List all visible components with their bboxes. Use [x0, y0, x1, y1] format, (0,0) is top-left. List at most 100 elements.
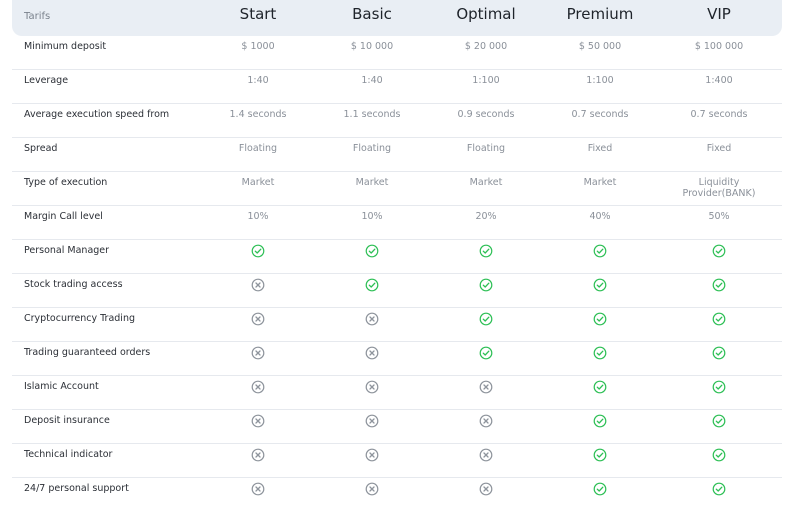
row-value: $ 20 000: [464, 41, 508, 52]
x-circle-icon: [251, 414, 265, 428]
table-row: Islamic Account: [12, 376, 782, 410]
row-label: Personal Manager: [24, 245, 110, 256]
feature-included: [662, 244, 776, 258]
feature-excluded: [201, 482, 315, 496]
table-row: Average execution speed from 1.4 seconds 1…: [12, 104, 782, 138]
table-body: Minimum deposit $ 1000 $ 10 000 $ 20 000 $ 5…: [12, 36, 782, 512]
feature-included: [429, 312, 543, 326]
feature-excluded: [201, 312, 315, 326]
check-circle-icon: [712, 414, 726, 428]
check-circle-icon: [593, 278, 607, 292]
plan-header-optimal: Optimal: [456, 5, 516, 23]
feature-excluded: [201, 380, 315, 394]
feature-excluded: [315, 346, 429, 360]
check-circle-icon: [712, 312, 726, 326]
row-label: Minimum deposit: [24, 41, 107, 52]
feature-included: [662, 346, 776, 360]
x-circle-icon: [479, 380, 493, 394]
table-row: Leverage 1:40 1:40 1:100 1:100 1:400: [12, 70, 782, 104]
x-circle-icon: [365, 346, 379, 360]
row-value: $ 100 000: [694, 41, 744, 52]
row-value: $ 10 000: [350, 41, 394, 52]
feature-included: [543, 278, 657, 292]
row-value: 40%: [589, 211, 611, 222]
feature-excluded: [201, 346, 315, 360]
feature-excluded: [315, 312, 429, 326]
check-circle-icon: [479, 278, 493, 292]
row-value: 50%: [708, 211, 730, 222]
check-circle-icon: [712, 346, 726, 360]
feature-excluded: [429, 380, 543, 394]
row-label: Average execution speed from: [24, 109, 170, 120]
feature-included: [201, 244, 315, 258]
check-circle-icon: [712, 380, 726, 394]
row-value: $ 50 000: [578, 41, 622, 52]
table-row: Stock trading access: [12, 274, 782, 308]
check-circle-icon: [479, 346, 493, 360]
row-value: 1:100: [586, 75, 614, 86]
table-row: Type of execution Market Market Market Marke…: [12, 172, 782, 206]
plan-header-vip: VIP: [707, 5, 731, 23]
check-circle-icon: [712, 244, 726, 258]
table-row: Technical indicator: [12, 444, 782, 478]
row-label: Islamic Account: [24, 381, 99, 392]
x-circle-icon: [479, 448, 493, 462]
check-circle-icon: [479, 244, 493, 258]
feature-excluded: [429, 482, 543, 496]
row-value: 10%: [361, 211, 383, 222]
row-value: 1.4 seconds: [229, 109, 287, 120]
row-value: Market: [469, 177, 503, 188]
row-label: Cryptocurrency Trading: [24, 313, 135, 324]
feature-included: [543, 448, 657, 462]
plan-header-start: Start: [239, 5, 277, 23]
x-circle-icon: [251, 482, 265, 496]
check-circle-icon: [712, 448, 726, 462]
feature-included: [315, 278, 429, 292]
check-circle-icon: [712, 482, 726, 496]
check-circle-icon: [593, 380, 607, 394]
feature-included: [662, 380, 776, 394]
row-value: $ 1000: [241, 41, 275, 52]
row-value: 1:40: [361, 75, 383, 86]
check-circle-icon: [365, 278, 379, 292]
feature-excluded: [429, 448, 543, 462]
check-circle-icon: [712, 278, 726, 292]
feature-excluded: [315, 414, 429, 428]
row-label: 24/7 personal support: [24, 483, 129, 494]
row-value: 1:400: [705, 75, 733, 86]
row-label: Leverage: [24, 75, 69, 86]
table-row: Margin Call level 10% 10% 20% 40% 50%: [12, 206, 782, 240]
row-value: Market: [241, 177, 275, 188]
x-circle-icon: [251, 346, 265, 360]
tariff-comparison-table: Tarifs Start Basic Optimal Premium VIP M…: [12, 0, 782, 512]
row-value: 1.1 seconds: [343, 109, 401, 120]
table-row: Deposit insurance: [12, 410, 782, 444]
row-value: Fixed: [706, 143, 732, 154]
row-value: 0.9 seconds: [457, 109, 515, 120]
feature-included: [315, 244, 429, 258]
row-value: Liquidity Provider(BANK): [682, 177, 756, 199]
feature-included: [543, 414, 657, 428]
check-circle-icon: [479, 312, 493, 326]
x-circle-icon: [251, 278, 265, 292]
feature-excluded: [315, 448, 429, 462]
x-circle-icon: [365, 380, 379, 394]
feature-included: [543, 380, 657, 394]
row-label: Stock trading access: [24, 279, 123, 290]
x-circle-icon: [251, 380, 265, 394]
feature-excluded: [201, 448, 315, 462]
row-value: Floating: [466, 143, 506, 154]
tarifs-header-label: Tarifs: [24, 11, 51, 22]
feature-excluded: [201, 278, 315, 292]
check-circle-icon: [593, 448, 607, 462]
check-circle-icon: [593, 346, 607, 360]
x-circle-icon: [251, 448, 265, 462]
plan-header-basic: Basic: [352, 5, 392, 23]
feature-included: [662, 448, 776, 462]
row-label: Deposit insurance: [24, 415, 110, 426]
table-row: Minimum deposit $ 1000 $ 10 000 $ 20 000 $ 5…: [12, 36, 782, 70]
table-row: 24/7 personal support: [12, 478, 782, 512]
feature-excluded: [315, 380, 429, 394]
feature-included: [543, 482, 657, 496]
row-label: Technical indicator: [24, 449, 113, 460]
